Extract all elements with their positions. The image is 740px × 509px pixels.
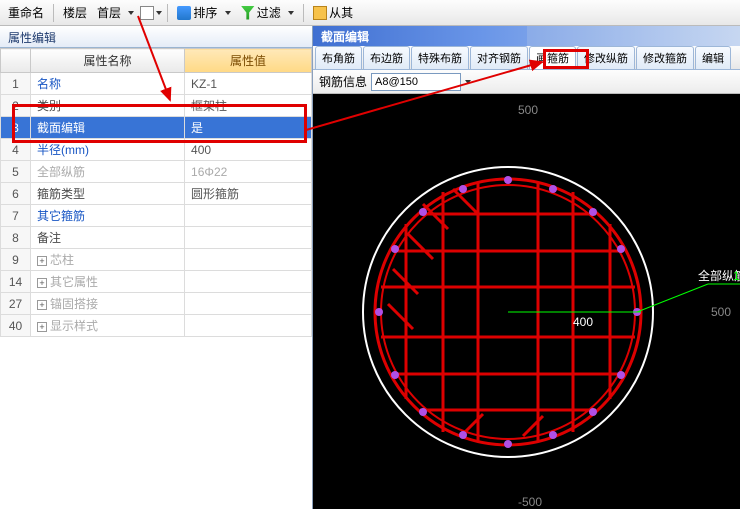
row-num: 9 — [1, 249, 31, 271]
row-num: 8 — [1, 227, 31, 249]
table-row[interactable]: 1名称KZ-1 — [1, 73, 312, 95]
property-panel: 属性编辑 属性名称 属性值 1名称KZ-12类别框架柱3截面编辑是4半径(mm)… — [0, 26, 313, 509]
tab-3[interactable]: 对齐钢筋 — [470, 46, 528, 69]
table-row[interactable]: 3截面编辑是 — [1, 117, 312, 139]
tick-right: 500 — [711, 305, 731, 319]
prop-name: 其它箍筋 — [31, 205, 185, 227]
prop-name: +其它属性 — [31, 271, 185, 293]
prop-name: +显示样式 — [31, 315, 185, 337]
tick-top: 500 — [518, 103, 538, 117]
row-num: 6 — [1, 183, 31, 205]
prop-value[interactable] — [185, 271, 312, 293]
row-num: 27 — [1, 293, 31, 315]
prop-value[interactable] — [185, 227, 312, 249]
prop-name: 类别 — [31, 95, 185, 117]
floor-label: 楼层 — [59, 2, 91, 23]
tab-4[interactable]: 画箍筋 — [529, 46, 576, 69]
row-num: 14 — [1, 271, 31, 293]
table-row[interactable]: 2类别框架柱 — [1, 95, 312, 117]
rebar-info-row: 钢筋信息 — [313, 70, 740, 94]
tab-5[interactable]: 修改纵筋 — [577, 46, 635, 69]
row-num: 5 — [1, 161, 31, 183]
radius-label: 400 — [573, 315, 593, 329]
editor-tabs: 布角筋布边筋特殊布筋对齐钢筋画箍筋修改纵筋修改箍筋编辑 — [313, 46, 740, 70]
prop-value[interactable]: 400 — [185, 139, 312, 161]
tab-1[interactable]: 布边筋 — [363, 46, 410, 69]
floor-select[interactable]: 首层 — [93, 2, 138, 23]
table-row[interactable]: 8备注 — [1, 227, 312, 249]
prop-name: +芯柱 — [31, 249, 185, 271]
section-canvas[interactable]: 500 -500 500 — [313, 94, 740, 509]
main-toolbar: 重命名 楼层 首层 排序 过滤 从其 — [0, 0, 740, 26]
table-row[interactable]: 14+其它属性 — [1, 271, 312, 293]
expand-icon[interactable]: + — [37, 278, 47, 288]
row-num: 2 — [1, 95, 31, 117]
row-num: 7 — [1, 205, 31, 227]
filter-icon — [241, 6, 255, 20]
chevron-down-icon — [156, 11, 162, 15]
sort-icon — [177, 6, 191, 20]
filter-button[interactable]: 过滤 — [237, 2, 298, 23]
table-row[interactable]: 6箍筋类型圆形箍筋 — [1, 183, 312, 205]
chevron-down-icon[interactable] — [465, 80, 471, 84]
prop-name: 名称 — [31, 73, 185, 95]
prop-value[interactable]: 16Φ22 — [185, 161, 312, 183]
table-row[interactable]: 9+芯柱 — [1, 249, 312, 271]
rebar-info-input[interactable] — [371, 73, 461, 91]
tick-bottom: -500 — [518, 495, 542, 509]
expand-icon[interactable]: + — [37, 300, 47, 310]
tab-0[interactable]: 布角筋 — [315, 46, 362, 69]
tab-6[interactable]: 修改箍筋 — [636, 46, 694, 69]
table-row[interactable]: 7其它箍筋 — [1, 205, 312, 227]
col-num — [1, 49, 31, 73]
prop-value[interactable]: 圆形箍筋 — [185, 183, 312, 205]
row-num: 3 — [1, 117, 31, 139]
section-drawing: 500 -500 500 — [313, 94, 740, 509]
table-row[interactable]: 4半径(mm)400 — [1, 139, 312, 161]
table-row[interactable]: 40+显示样式 — [1, 315, 312, 337]
tab-7[interactable]: 编辑 — [695, 46, 731, 69]
annotation-value: 16 — [733, 269, 740, 283]
expand-icon[interactable]: + — [37, 322, 47, 332]
editor-title: 截面编辑 — [313, 26, 740, 46]
rename-button[interactable]: 重命名 — [4, 2, 48, 23]
prop-name: 备注 — [31, 227, 185, 249]
color-swatch[interactable] — [140, 6, 154, 20]
ruler-icon — [313, 6, 327, 20]
section-editor: 截面编辑 布角筋布边筋特殊布筋对齐钢筋画箍筋修改纵筋修改箍筋编辑 钢筋信息 50… — [313, 26, 740, 509]
prop-name: +锚固搭接 — [31, 293, 185, 315]
measure-button[interactable]: 从其 — [309, 2, 357, 23]
prop-name: 全部纵筋 — [31, 161, 185, 183]
prop-value[interactable] — [185, 249, 312, 271]
row-num: 1 — [1, 73, 31, 95]
panel-tab-properties[interactable]: 属性编辑 — [0, 26, 312, 48]
prop-value[interactable] — [185, 205, 312, 227]
prop-value[interactable] — [185, 293, 312, 315]
col-name: 属性名称 — [31, 49, 185, 73]
row-num: 4 — [1, 139, 31, 161]
rebar-info-label: 钢筋信息 — [319, 73, 367, 90]
prop-name: 半径(mm) — [31, 139, 185, 161]
prop-name: 箍筋类型 — [31, 183, 185, 205]
chevron-down-icon — [128, 11, 134, 15]
prop-value[interactable]: 框架柱 — [185, 95, 312, 117]
row-num: 40 — [1, 315, 31, 337]
prop-value[interactable]: KZ-1 — [185, 73, 312, 95]
property-table: 属性名称 属性值 1名称KZ-12类别框架柱3截面编辑是4半径(mm)4005全… — [0, 48, 312, 337]
table-row[interactable]: 27+锚固搭接 — [1, 293, 312, 315]
prop-value[interactable] — [185, 315, 312, 337]
prop-value[interactable]: 是 — [185, 117, 312, 139]
tab-2[interactable]: 特殊布筋 — [411, 46, 469, 69]
prop-name: 截面编辑 — [31, 117, 185, 139]
expand-icon[interactable]: + — [37, 256, 47, 266]
col-value: 属性值 — [185, 49, 312, 73]
table-row[interactable]: 5全部纵筋16Φ22 — [1, 161, 312, 183]
sort-button[interactable]: 排序 — [173, 2, 234, 23]
